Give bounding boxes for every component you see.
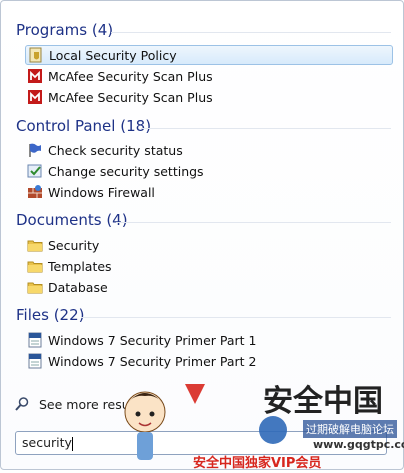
result-file-primer-part-2[interactable]: Windows 7 Security Primer Part 2 [25,351,393,371]
folder-icon [27,279,43,295]
section-divider [116,222,391,223]
mcafee-icon [27,89,43,105]
section-documents-header: Documents (4) [16,211,128,229]
word-document-icon [27,332,43,348]
section-files-title: Files [16,306,49,324]
see-more-results-label: See more results [39,396,145,412]
security-settings-icon [27,163,43,179]
section-divider [81,317,391,318]
search-input[interactable]: security [15,431,387,455]
result-mcafee-security-scan-plus-1[interactable]: McAfee Security Scan Plus [25,66,393,86]
result-change-security-settings[interactable]: Change security settings [25,161,393,181]
section-control-panel-header: Control Panel (18) [16,117,151,135]
result-label: Security [48,237,100,253]
result-label: Windows 7 Security Primer Part 1 [48,332,257,348]
result-label: Local Security Policy [49,47,177,63]
section-programs-count: (4) [91,21,114,39]
folder-icon [27,237,43,253]
result-label: Templates [48,258,112,274]
section-documents-title: Documents [16,211,102,229]
section-divider [141,128,391,129]
section-divider [111,32,391,33]
section-files-header: Files (22) [16,306,85,324]
magnifier-icon [14,396,30,412]
result-folder-security[interactable]: Security [25,235,393,255]
result-label: Database [48,279,108,295]
result-mcafee-security-scan-plus-2[interactable]: McAfee Security Scan Plus [25,87,393,107]
result-label: Change security settings [48,163,204,179]
text-caret [71,436,73,451]
result-local-security-policy[interactable]: Local Security Policy [25,45,393,65]
firewall-icon [27,184,43,200]
search-input-value: security [22,435,72,450]
section-files-count: (22) [53,306,85,324]
watermark-title: 安全中国 [263,384,383,419]
section-programs-header: Programs (4) [16,21,113,39]
result-windows-firewall[interactable]: Windows Firewall [25,182,393,202]
section-documents-count: (4) [106,211,128,229]
result-folder-templates[interactable]: Templates [25,256,393,276]
result-file-primer-part-1[interactable]: Windows 7 Security Primer Part 1 [25,330,393,350]
security-policy-icon [28,47,44,63]
mcafee-icon [27,68,43,84]
section-programs-title: Programs [16,21,88,39]
section-control-panel-title: Control Panel [16,117,116,135]
flag-icon [27,142,43,158]
start-menu-search-results: Programs (4) Local Security Policy McAfe… [0,0,404,471]
result-folder-database[interactable]: Database [25,277,393,297]
result-label: McAfee Security Scan Plus [48,68,213,84]
folder-icon [27,258,43,274]
result-check-security-status[interactable]: Check security status [25,140,393,160]
result-label: McAfee Security Scan Plus [48,89,213,105]
section-control-panel-count: (18) [120,117,152,135]
result-label: Windows 7 Security Primer Part 2 [48,353,257,369]
word-document-icon [27,353,43,369]
result-label: Windows Firewall [48,184,155,200]
result-label: Check security status [48,142,183,158]
see-more-results-link[interactable]: See more results [14,396,145,412]
